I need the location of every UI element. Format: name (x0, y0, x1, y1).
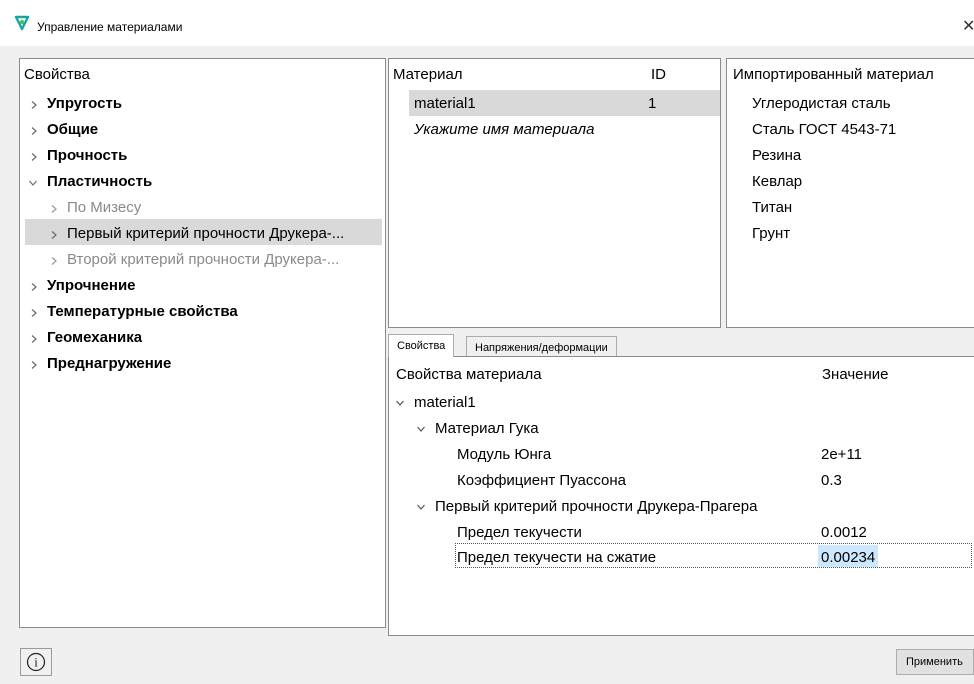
chevron-right-icon[interactable] (50, 257, 58, 265)
chevron-down-icon[interactable] (396, 399, 404, 407)
props-material-node[interactable]: material1 (414, 394, 476, 411)
prop-value[interactable]: 0.3 (821, 472, 842, 489)
tab-properties[interactable]: Свойства (388, 334, 455, 357)
app-logo-icon (14, 15, 30, 31)
material-row-id[interactable]: 1 (648, 95, 656, 112)
tree-item-drucker-prager-2[interactable]: Второй критерий прочности Друкера-... (67, 251, 339, 268)
chevron-down-icon[interactable] (417, 503, 425, 511)
tree-item-geomechanics[interactable]: Геомеханика (47, 329, 142, 346)
chevron-right-icon[interactable] (30, 153, 38, 161)
material-row-name[interactable]: material1 (414, 95, 476, 112)
chevron-right-icon[interactable] (30, 101, 38, 109)
svg-text:i: i (34, 655, 38, 670)
tree-item-plasticity[interactable]: Пластичность (47, 173, 152, 190)
imported-item[interactable]: Сталь ГОСТ 4543-71 (752, 121, 896, 138)
prop-name: Коэффициент Пуассона (457, 472, 627, 489)
tree-item-preload[interactable]: Преднагружение (47, 355, 171, 372)
title-bar: Управление материалами ✕ (0, 0, 974, 46)
chevron-right-icon[interactable] (50, 205, 58, 213)
tree-item-hardening[interactable]: Упрочнение (47, 277, 136, 294)
props-group-drucker-prager[interactable]: Первый критерий прочности Друкера-Прагер… (435, 498, 757, 515)
imported-item[interactable]: Кевлар (752, 173, 802, 190)
prop-value[interactable]: 2e+11 (821, 446, 862, 463)
chevron-down-icon[interactable] (29, 179, 37, 187)
info-button[interactable]: i (20, 648, 52, 676)
materials-header-name: Материал (393, 66, 463, 83)
material-properties-panel (388, 356, 974, 636)
chevron-right-icon[interactable] (30, 127, 38, 135)
tree-item-drucker-prager-1[interactable]: Первый критерий прочности Друкера-... (67, 225, 344, 242)
tree-item-thermal[interactable]: Температурные свойства (47, 303, 238, 320)
imported-header: Импортированный материал (733, 66, 934, 83)
imported-item[interactable]: Углеродистая сталь (752, 95, 891, 112)
imported-item[interactable]: Грунт (752, 225, 790, 242)
props-header-value: Значение (822, 366, 889, 383)
apply-button[interactable]: Применить (896, 649, 974, 675)
chevron-down-icon[interactable] (417, 425, 425, 433)
tab-stress-strain[interactable]: Напряжения/деформации (466, 336, 617, 358)
prop-value-editor[interactable]: 0.00234 (821, 549, 875, 566)
materials-header-id: ID (651, 66, 666, 83)
props-group-hooke[interactable]: Материал Гука (435, 420, 539, 437)
window-title: Управление материалами (37, 20, 183, 34)
chevron-right-icon[interactable] (30, 309, 38, 317)
info-icon: i (26, 652, 46, 677)
material-manager-window: Управление материалами ✕ Свойства Упруго… (0, 0, 974, 684)
prop-value[interactable]: 0.0012 (821, 524, 867, 541)
new-material-placeholder[interactable]: Укажите имя материала (414, 121, 594, 138)
imported-item[interactable]: Титан (752, 199, 792, 216)
prop-name: Предел текучести на сжатие (457, 549, 657, 566)
chevron-right-icon[interactable] (50, 231, 58, 239)
tree-item-von-mises[interactable]: По Мизесу (67, 199, 141, 216)
close-icon[interactable]: ✕ (962, 16, 974, 36)
imported-item[interactable]: Резина (752, 147, 801, 164)
tree-item-strength[interactable]: Прочность (47, 147, 127, 164)
prop-name: Модуль Юнга (457, 446, 552, 463)
chevron-right-icon[interactable] (30, 361, 38, 369)
tree-item-general[interactable]: Общие (47, 121, 98, 138)
chevron-right-icon[interactable] (30, 283, 38, 291)
prop-name: Предел текучести (457, 524, 582, 541)
props-header-name: Свойства материала (396, 366, 542, 383)
tree-header: Свойства (24, 66, 90, 83)
tree-item-elasticity[interactable]: Упругость (47, 95, 122, 112)
chevron-right-icon[interactable] (30, 335, 38, 343)
